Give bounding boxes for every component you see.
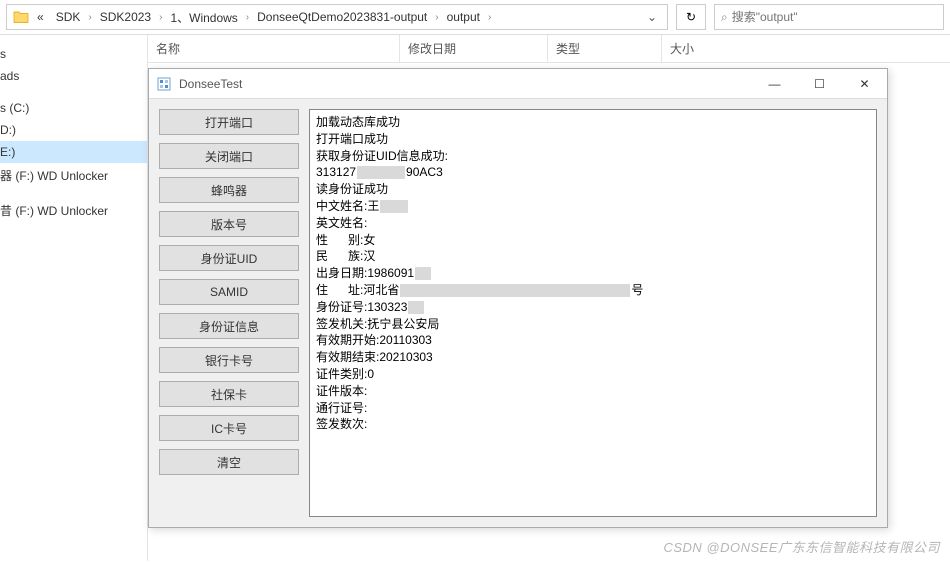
app-button-0[interactable]: 打开端口 xyxy=(159,109,299,135)
output-line: 获取身份证UID信息成功: xyxy=(316,148,870,165)
title-bar[interactable]: DonseeTest — ☐ ✕ xyxy=(149,69,887,99)
chevron-right-icon: › xyxy=(433,12,440,23)
chevron-down-icon[interactable]: ⌄ xyxy=(641,10,663,24)
refresh-button[interactable]: ↻ xyxy=(676,4,706,30)
chevron-right-icon: › xyxy=(86,12,93,23)
output-line: 身份证号:130323 xyxy=(316,299,870,316)
maximize-button[interactable]: ☐ xyxy=(797,69,842,98)
folder-icon xyxy=(11,8,31,26)
address-bar: « SDK › SDK2023 › 1、Windows › DonseeQtDe… xyxy=(0,0,950,35)
output-line: 有效期结束:20210303 xyxy=(316,349,870,366)
output-line: 有效期开始:20110303 xyxy=(316,332,870,349)
redacted-block xyxy=(408,301,424,314)
redacted-block xyxy=(357,166,405,179)
close-button[interactable]: ✕ xyxy=(842,69,887,98)
output-line: 31312790AC3 xyxy=(316,164,870,181)
output-line: 签发机关:抚宁县公安局 xyxy=(316,316,870,333)
redacted-block xyxy=(380,200,408,213)
app-button-4[interactable]: 身份证UID xyxy=(159,245,299,271)
app-button-6[interactable]: 身份证信息 xyxy=(159,313,299,339)
output-line: 证件版本: xyxy=(316,383,870,400)
sidebar-item[interactable]: 器 (F:) WD Unlocker xyxy=(0,163,147,188)
app-title: DonseeTest xyxy=(179,77,752,91)
sidebar-spacer xyxy=(0,87,147,97)
app-button-1[interactable]: 关闭端口 xyxy=(159,143,299,169)
breadcrumb-seg-4[interactable]: output xyxy=(441,7,486,27)
output-line: 性 别:女 xyxy=(316,232,870,249)
app-icon xyxy=(157,76,173,92)
breadcrumb-seg-2[interactable]: 1、Windows xyxy=(164,6,243,29)
chevron-right-icon: › xyxy=(486,12,493,23)
output-line: 证件类别:0 xyxy=(316,366,870,383)
output-line: 签发数次: xyxy=(316,416,870,433)
output-line: 民 族:汉 xyxy=(316,248,870,265)
output-line: 中文姓名:王 xyxy=(316,198,870,215)
output-line: 住 址:河北省号 xyxy=(316,282,870,299)
sidebar-spacer xyxy=(0,188,147,198)
sidebar-item[interactable]: 昔 (F:) WD Unlocker xyxy=(0,198,147,223)
app-button-8[interactable]: 社保卡 xyxy=(159,381,299,407)
breadcrumb-seg-0[interactable]: SDK xyxy=(50,7,87,27)
sidebar: sads s (C:)D:)E:)器 (F:) WD Unlocker 昔 (F:)… xyxy=(0,35,148,561)
app-button-2[interactable]: 蜂鸣器 xyxy=(159,177,299,203)
minimize-button[interactable]: — xyxy=(752,69,797,98)
redacted-block xyxy=(415,267,431,280)
column-header-size[interactable]: 大小 xyxy=(662,35,742,62)
output-line: 打开端口成功 xyxy=(316,131,870,148)
refresh-icon: ↻ xyxy=(686,10,696,24)
app-window: DonseeTest — ☐ ✕ 打开端口关闭端口蜂鸣器版本号身份证UID SAM… xyxy=(148,68,888,528)
chevron-right-icon: › xyxy=(157,12,164,23)
output-line: 出身日期:1986091 xyxy=(316,265,870,282)
sidebar-item[interactable]: s (C:) xyxy=(0,97,147,119)
chevron-right-icon: › xyxy=(244,12,251,23)
app-button-3[interactable]: 版本号 xyxy=(159,211,299,237)
column-header-type[interactable]: 类型 xyxy=(548,35,662,62)
breadcrumb-seg-1[interactable]: SDK2023 xyxy=(94,7,157,27)
search-box[interactable]: ⌕ xyxy=(714,4,944,30)
redacted-block xyxy=(400,284,630,297)
search-icon: ⌕ xyxy=(721,10,728,25)
output-line: 读身份证成功 xyxy=(316,181,870,198)
sidebar-item[interactable]: D:) xyxy=(0,119,147,141)
app-body: 打开端口关闭端口蜂鸣器版本号身份证UID SAMID 身份证信息银行卡号社保卡 IC卡… xyxy=(149,99,887,527)
search-input[interactable] xyxy=(732,10,937,24)
column-header-modified[interactable]: 修改日期 xyxy=(400,35,548,62)
output-line: 英文姓名: xyxy=(316,215,870,232)
button-panel: 打开端口关闭端口蜂鸣器版本号身份证UID SAMID 身份证信息银行卡号社保卡 IC卡… xyxy=(159,109,299,517)
breadcrumb-prefix[interactable]: « xyxy=(31,7,50,27)
output-line: 通行证号: xyxy=(316,400,870,417)
sidebar-item[interactable]: ads xyxy=(0,65,147,87)
output-panel[interactable]: 加载动态库成功打开端口成功获取身份证UID信息成功:31312790AC3读身份… xyxy=(309,109,877,517)
app-button-9[interactable]: IC卡号 xyxy=(159,415,299,441)
sidebar-item[interactable]: E:) xyxy=(0,141,147,163)
app-button-10[interactable]: 清空 xyxy=(159,449,299,475)
output-line: 加载动态库成功 xyxy=(316,114,870,131)
breadcrumb-seg-3[interactable]: DonseeQtDemo2023831-output xyxy=(251,7,433,27)
sidebar-item[interactable]: s xyxy=(0,43,147,65)
app-button-5[interactable]: SAMID xyxy=(159,279,299,305)
column-headers: 名称 修改日期 类型 大小 xyxy=(148,35,950,63)
breadcrumb[interactable]: « SDK › SDK2023 › 1、Windows › DonseeQtDe… xyxy=(6,4,668,30)
column-header-name[interactable]: 名称 xyxy=(148,35,400,62)
app-button-7[interactable]: 银行卡号 xyxy=(159,347,299,373)
